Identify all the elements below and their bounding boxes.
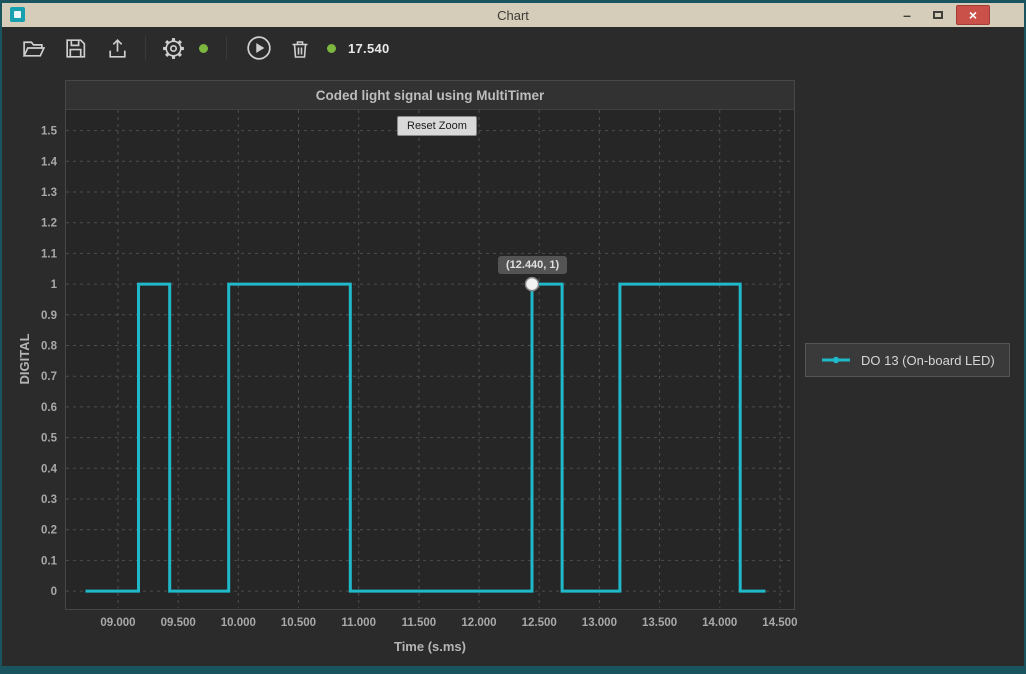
delete-button[interactable]: [286, 35, 313, 62]
settings-status-dot: [199, 43, 208, 53]
svg-text:1.2: 1.2: [41, 218, 57, 230]
minimize-button[interactable]: –: [894, 5, 920, 25]
svg-text:1.1: 1.1: [41, 248, 58, 260]
svg-text:10.000: 10.000: [221, 617, 256, 629]
svg-text:0.6: 0.6: [41, 402, 57, 414]
trash-icon: [292, 41, 307, 58]
chart-plot-area[interactable]: 09.000 09.500 10.000 10.500 11.000 11.500 12.0…: [20, 78, 800, 663]
svg-text:11.500: 11.500: [402, 617, 437, 629]
play-button[interactable]: [245, 35, 272, 62]
window-controls: – ×: [894, 5, 990, 25]
svg-text:0.4: 0.4: [41, 463, 58, 475]
svg-text:0.5: 0.5: [41, 433, 58, 445]
toolbar-separator: [145, 36, 146, 60]
save-icon: [66, 38, 86, 58]
export-icon: [109, 38, 126, 58]
svg-text:0.2: 0.2: [41, 525, 57, 537]
toolbar: 17.540: [2, 27, 1024, 69]
svg-text:0: 0: [51, 586, 57, 598]
svg-text:1.3: 1.3: [41, 187, 57, 199]
svg-text:0.7: 0.7: [41, 371, 57, 383]
time-counter: 17.540: [348, 40, 390, 56]
svg-text:09.500: 09.500: [161, 617, 196, 629]
reset-zoom-button[interactable]: Reset Zoom: [397, 116, 477, 136]
window-border-left: [0, 0, 2, 674]
svg-text:0.9: 0.9: [41, 310, 57, 322]
svg-text:13.500: 13.500: [642, 617, 677, 629]
legend[interactable]: DO 13 (On-board LED): [805, 343, 1010, 377]
svg-text:0.1: 0.1: [41, 555, 58, 567]
window-title: Chart: [497, 7, 529, 23]
save-button[interactable]: [62, 35, 89, 62]
open-folder-icon: [22, 40, 46, 57]
svg-text:11.000: 11.000: [341, 617, 376, 629]
svg-text:12.000: 12.000: [461, 617, 496, 629]
gear-icon: [163, 37, 184, 59]
svg-text:13.000: 13.000: [582, 617, 617, 629]
cursor-tooltip: (12.440, 1): [497, 256, 568, 275]
settings-button[interactable]: [160, 35, 187, 62]
export-button[interactable]: [104, 35, 131, 62]
svg-text:0.8: 0.8: [41, 341, 58, 353]
svg-text:12.500: 12.500: [522, 617, 557, 629]
svg-text:09.000: 09.000: [100, 617, 135, 629]
close-button[interactable]: ×: [956, 5, 990, 25]
svg-text:14.500: 14.500: [762, 617, 797, 629]
legend-line-icon: [822, 356, 850, 364]
svg-text:10.500: 10.500: [281, 617, 316, 629]
svg-text:DIGITAL: DIGITAL: [20, 333, 32, 384]
svg-text:1.5: 1.5: [41, 126, 58, 138]
play-icon: [246, 36, 271, 60]
toolbar-separator: [226, 36, 227, 60]
run-status-dot: [327, 43, 336, 53]
titlebar: Chart – ×: [2, 3, 1024, 27]
app-window: Chart – × 17.540 Coded light signal usin…: [0, 0, 1026, 674]
window-border-bottom: [0, 666, 1026, 674]
svg-text:0.3: 0.3: [41, 494, 57, 506]
open-file-button[interactable]: [20, 35, 47, 62]
legend-label: DO 13 (On-board LED): [861, 352, 995, 368]
svg-text:Time (s.ms): Time (s.ms): [394, 639, 466, 654]
svg-text:1.4: 1.4: [41, 156, 58, 168]
maximize-button[interactable]: [925, 5, 951, 25]
svg-text:14.000: 14.000: [702, 617, 737, 629]
svg-text:1: 1: [51, 279, 58, 291]
maximize-icon: [933, 11, 943, 19]
